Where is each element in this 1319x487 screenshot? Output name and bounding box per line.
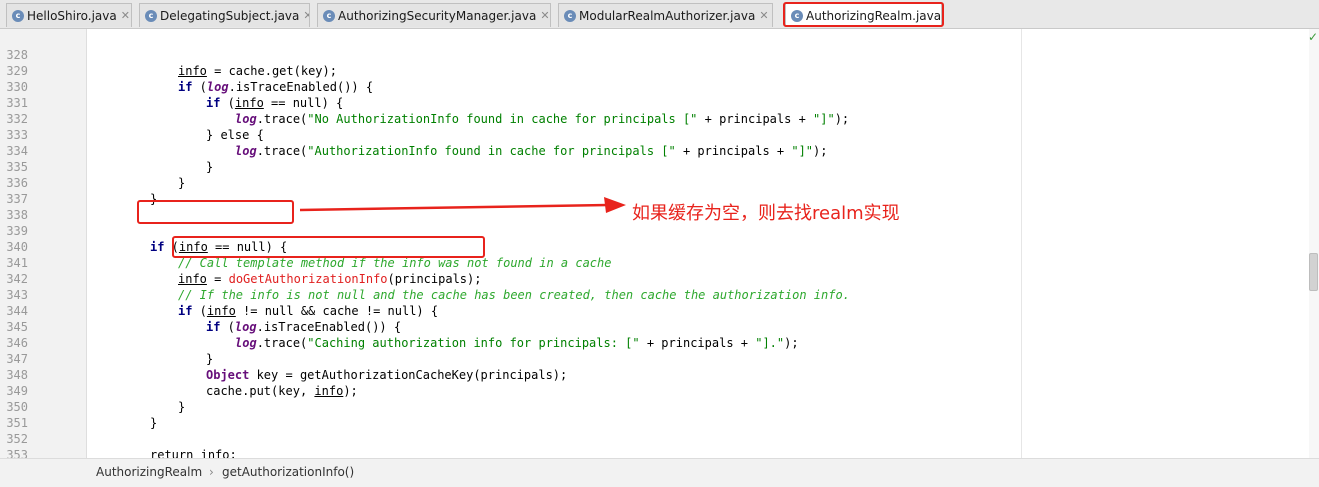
java-class-icon: c [564, 9, 576, 22]
java-class-icon: c [791, 9, 803, 22]
breadcrumb: AuthorizingRealm › getAuthorizationInfo(… [0, 458, 1319, 487]
code-line: 346 } [0, 319, 1300, 366]
annotation-text: 如果缓存为空，则去找realm实现 [632, 203, 900, 224]
tab-authorizing-security-manager[interactable]: c AuthorizingSecurityManager.java ✕ [317, 3, 551, 27]
code-line: 330 if (info == null) { [0, 63, 1300, 110]
breadcrumb-separator: › [209, 465, 214, 479]
code-line: 334 } [0, 127, 1300, 174]
tab-label: HelloShiro.java [27, 8, 117, 23]
scrollbar-thumb[interactable] [1309, 253, 1318, 291]
highlight-box-do-get-authorization-info [172, 236, 485, 258]
code-line: 345 log.trace("Caching authorization inf… [0, 303, 1300, 350]
tab-label: ModularRealmAuthorizer.java [579, 8, 756, 23]
annotation-arrow [299, 197, 626, 213]
code-line: 352 return info; [0, 415, 1300, 458]
breadcrumb-method[interactable]: getAuthorizationInfo() [222, 465, 354, 479]
close-icon[interactable]: ✕ [121, 9, 130, 22]
code-line: 349 } [0, 367, 1300, 414]
close-icon[interactable]: ✕ [540, 9, 549, 22]
close-icon[interactable]: ✕ [759, 9, 768, 22]
java-class-icon: c [323, 9, 335, 22]
inspection-ok-icon: ✓ [1307, 30, 1318, 44]
code-line: 331 log.trace("No AuthorizationInfo foun… [0, 79, 1300, 126]
java-class-icon: c [145, 9, 157, 22]
tab-authorizing-realm[interactable]: c AuthorizingRealm.java ✕ [785, 3, 942, 27]
code-line: 343 if (info != null && cache != null) { [0, 271, 1300, 318]
code-line: 354 [0, 447, 1300, 458]
editor-tab-bar: c HelloShiro.java ✕ c DelegatingSubject.… [0, 0, 1319, 29]
code-line: 351 [0, 399, 1300, 430]
code-line: 348 cache.put(key, info); [0, 351, 1300, 398]
tab-label: DelegatingSubject.java [160, 8, 300, 23]
tab-label: AuthorizingSecurityManager.java [338, 8, 537, 23]
tab-label: AuthorizingRealm.java [806, 8, 942, 23]
code-line: 328 info = cache.get(key); [0, 31, 1300, 78]
close-icon[interactable]: ✕ [303, 9, 309, 22]
tab-modular-realm-authorizer[interactable]: c ModularRealmAuthorizer.java ✕ [558, 3, 773, 27]
code-line: 337 [0, 175, 1300, 206]
code-line: 335 } [0, 143, 1300, 190]
code-line: 353 } [0, 431, 1300, 458]
tab-delegating-subject[interactable]: c DelegatingSubject.java ✕ [139, 3, 310, 27]
breadcrumb-class[interactable]: AuthorizingRealm [96, 465, 202, 479]
code-line: 333 log.trace("AuthorizationInfo found i… [0, 111, 1300, 158]
java-class-icon: c [12, 9, 24, 22]
code-line: 329 if (log.isTraceEnabled()) { [0, 47, 1300, 94]
highlight-box-if-info-null [137, 200, 294, 224]
code-line: 332 } else { [0, 95, 1300, 142]
vertical-scrollbar[interactable] [1309, 29, 1319, 458]
code-line: 347 Object key = getAuthorizationCacheKe… [0, 335, 1300, 382]
tab-hello-shiro[interactable]: c HelloShiro.java ✕ [6, 3, 132, 27]
code-line: 350 } [0, 383, 1300, 430]
code-line: 336 } [0, 159, 1300, 206]
code-line: 344 if (log.isTraceEnabled()) { [0, 287, 1300, 334]
